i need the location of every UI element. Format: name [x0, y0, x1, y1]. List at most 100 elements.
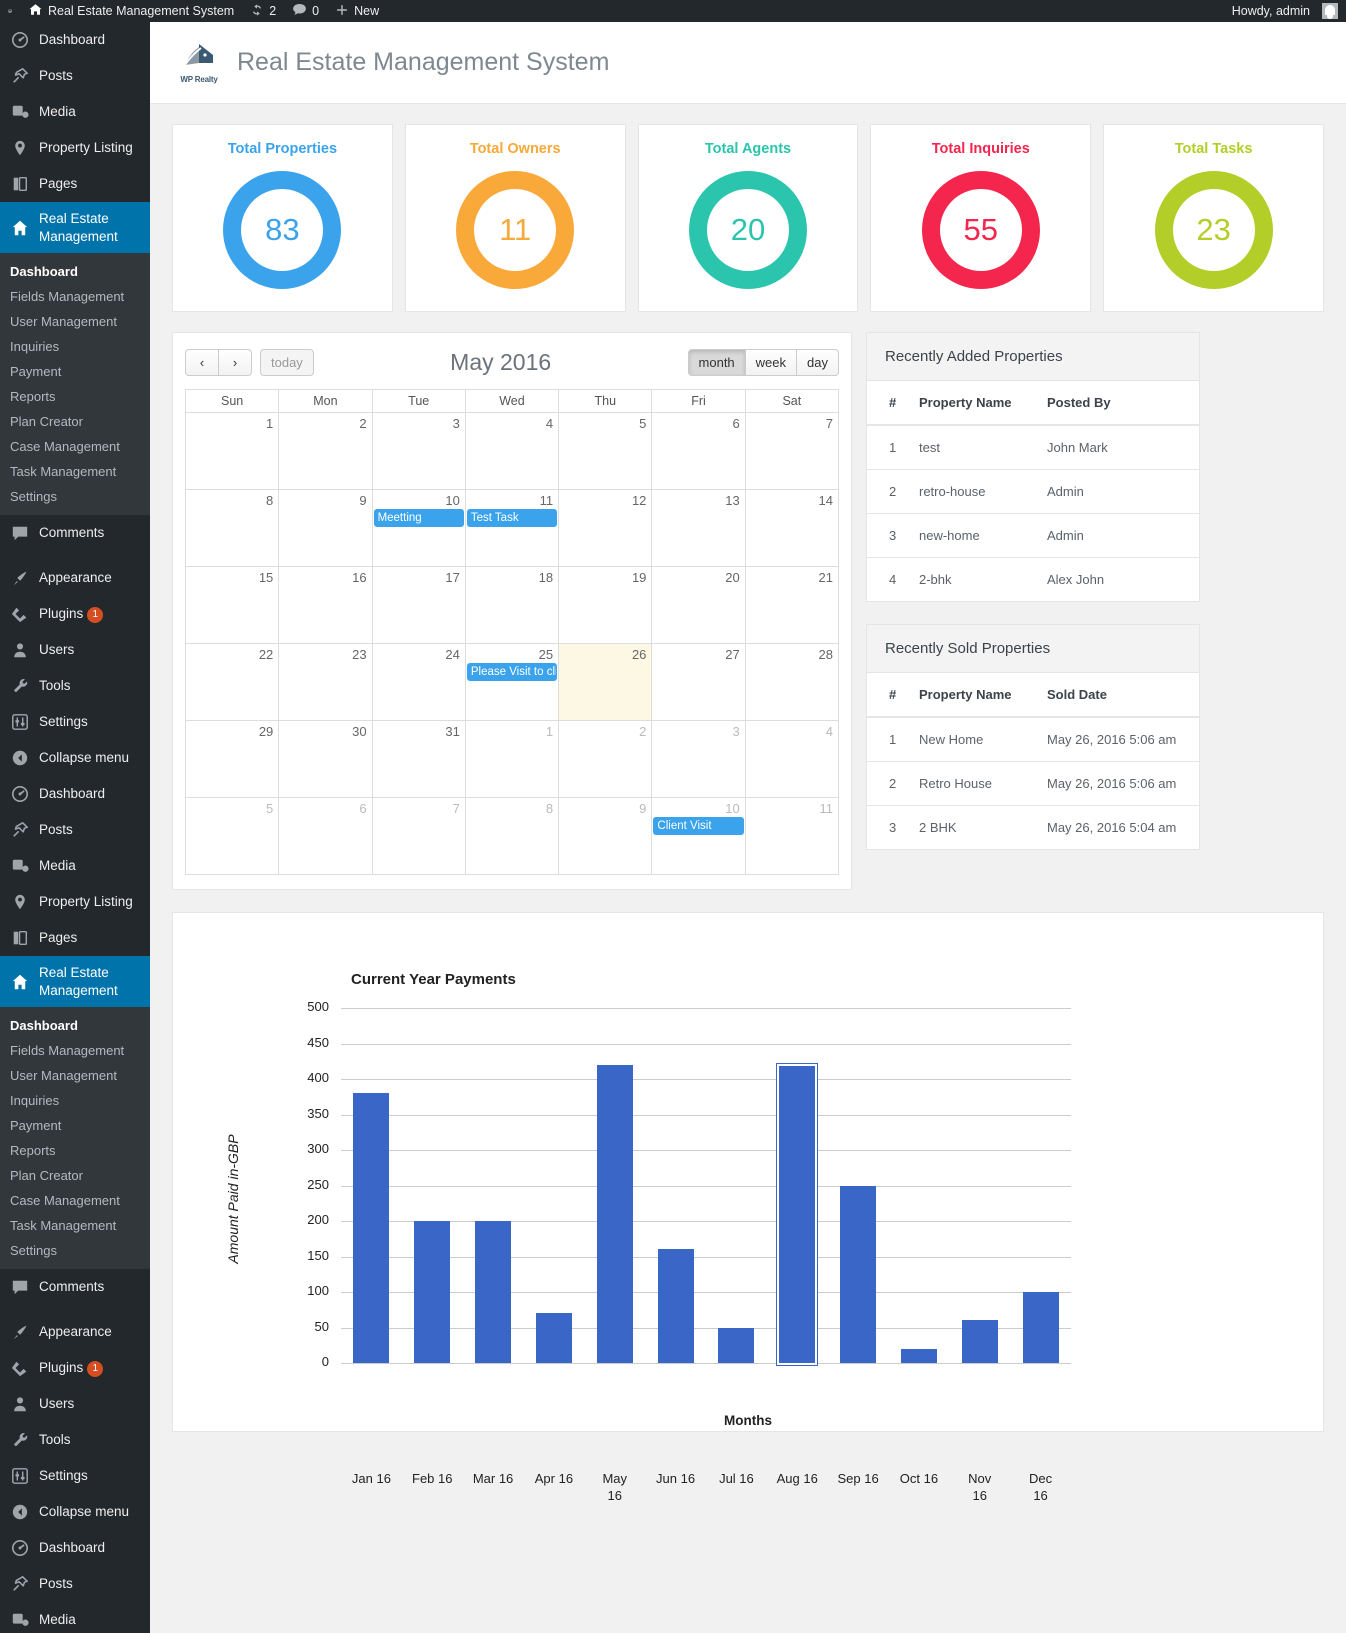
calendar-event[interactable]: Test Task: [466, 509, 558, 527]
sidebar-subitem-fields-management[interactable]: Fields Management: [0, 284, 150, 309]
calendar-day-cell[interactable]: 16: [278, 566, 373, 644]
calendar-next-button[interactable]: ›: [218, 348, 252, 376]
sidebar-subitem-payment[interactable]: Payment: [0, 359, 150, 384]
sidebar-item-real-estate-management[interactable]: Real Estate Management: [0, 202, 150, 254]
calendar-view-month[interactable]: month: [687, 348, 746, 376]
sidebar-subitem-plan-creator[interactable]: Plan Creator: [0, 1163, 150, 1188]
sidebar-item-appearance[interactable]: Appearance: [0, 1314, 150, 1350]
sidebar-item-property-listing[interactable]: Property Listing: [0, 130, 150, 166]
sidebar-item-tools[interactable]: Tools: [0, 1422, 150, 1458]
sidebar-item-media[interactable]: Media: [0, 848, 150, 884]
wordpress-logo-icon[interactable]: [0, 1, 20, 21]
admin-bar-my-account[interactable]: Howdy, admin: [1224, 0, 1346, 22]
sidebar-subitem-case-management[interactable]: Case Management: [0, 434, 150, 459]
admin-bar-updates[interactable]: 2: [242, 0, 284, 22]
sidebar-item-comments[interactable]: Comments: [0, 515, 150, 551]
calendar-day-cell[interactable]: 1: [464, 720, 560, 798]
calendar-day-cell[interactable]: 12: [558, 489, 653, 567]
calendar-day-cell[interactable]: 6: [651, 412, 746, 490]
sidebar-item-posts[interactable]: Posts: [0, 58, 150, 94]
calendar-day-cell[interactable]: 3: [651, 720, 746, 798]
sidebar-subitem-inquiries[interactable]: Inquiries: [0, 334, 150, 359]
calendar-view-week[interactable]: week: [744, 348, 798, 376]
calendar-day-cell[interactable]: 23: [278, 643, 373, 721]
calendar-day-cell[interactable]: 29: [184, 720, 280, 798]
calendar-day-cell[interactable]: 7: [371, 797, 466, 875]
sidebar-item-posts[interactable]: Posts: [0, 812, 150, 848]
sidebar-item-comments[interactable]: Comments: [0, 1269, 150, 1305]
calendar-day-cell[interactable]: 28: [744, 643, 840, 721]
sidebar-item-settings[interactable]: Settings: [0, 1458, 150, 1494]
sidebar-item-plugins[interactable]: Plugins 1: [0, 596, 150, 632]
calendar-day-cell[interactable]: 1: [184, 412, 280, 490]
calendar-day-cell[interactable]: 4: [464, 412, 560, 490]
calendar-prev-button[interactable]: ‹: [185, 348, 219, 376]
calendar-day-cell[interactable]: 20: [651, 566, 746, 644]
sidebar-subitem-dashboard[interactable]: Dashboard: [0, 259, 150, 284]
admin-bar-new[interactable]: New: [327, 0, 387, 22]
sidebar-item-pages[interactable]: Pages: [0, 920, 150, 956]
calendar-day-cell[interactable]: 2: [278, 412, 373, 490]
calendar-day-cell[interactable]: 10 Client Visit: [651, 797, 746, 875]
sidebar-subitem-fields-management[interactable]: Fields Management: [0, 1038, 150, 1063]
calendar-day-cell[interactable]: 11: [744, 797, 840, 875]
calendar-day-cell[interactable]: 15: [184, 566, 280, 644]
sidebar-item-dashboard[interactable]: Dashboard: [0, 1530, 150, 1566]
calendar-day-cell[interactable]: 18: [464, 566, 560, 644]
sidebar-subitem-settings[interactable]: Settings: [0, 1238, 150, 1263]
sidebar-subitem-dashboard[interactable]: Dashboard: [0, 1013, 150, 1038]
calendar-day-cell[interactable]: 31: [371, 720, 466, 798]
calendar-day-cell[interactable]: 2: [558, 720, 653, 798]
calendar-today-button[interactable]: today: [260, 348, 314, 376]
sidebar-item-dashboard[interactable]: Dashboard: [0, 776, 150, 812]
calendar-day-cell[interactable]: 30: [278, 720, 373, 798]
calendar-day-cell[interactable]: 8: [184, 489, 280, 567]
sidebar-item-appearance[interactable]: Appearance: [0, 560, 150, 596]
sidebar-item-tools[interactable]: Tools: [0, 668, 150, 704]
calendar-day-cell[interactable]: 8: [464, 797, 560, 875]
sidebar-subitem-user-management[interactable]: User Management: [0, 309, 150, 334]
admin-bar-site-name[interactable]: Real Estate Management System: [20, 0, 242, 22]
calendar-event[interactable]: Client Visit: [653, 817, 744, 835]
calendar-event[interactable]: Meetting: [373, 509, 464, 527]
calendar-day-cell[interactable]: 9: [278, 489, 373, 567]
sidebar-item-media[interactable]: Media: [0, 94, 150, 130]
sidebar-item-posts[interactable]: Posts: [0, 1566, 150, 1602]
calendar-day-cell[interactable]: 4: [744, 720, 840, 798]
calendar-day-cell[interactable]: 6: [278, 797, 373, 875]
sidebar-item-collapse-menu[interactable]: Collapse menu: [0, 740, 150, 776]
admin-bar-comments[interactable]: 0: [284, 0, 327, 22]
calendar-day-cell[interactable]: 26: [558, 643, 653, 721]
calendar-day-cell[interactable]: 13: [651, 489, 746, 567]
calendar-day-cell[interactable]: 9: [558, 797, 653, 875]
calendar-day-cell[interactable]: 19: [558, 566, 653, 644]
calendar-day-cell[interactable]: 24: [371, 643, 466, 721]
sidebar-item-real-estate-management[interactable]: Real Estate Management: [0, 956, 150, 1008]
sidebar-item-media[interactable]: Media: [0, 1602, 150, 1633]
sidebar-subitem-task-management[interactable]: Task Management: [0, 1213, 150, 1238]
calendar-day-cell[interactable]: 17: [371, 566, 466, 644]
calendar-day-cell[interactable]: 3: [371, 412, 466, 490]
calendar-day-cell[interactable]: 14: [744, 489, 840, 567]
sidebar-item-users[interactable]: Users: [0, 632, 150, 668]
calendar-day-cell[interactable]: 10 Meetting: [371, 489, 466, 567]
sidebar-subitem-reports[interactable]: Reports: [0, 1138, 150, 1163]
sidebar-subitem-settings[interactable]: Settings: [0, 484, 150, 509]
sidebar-item-users[interactable]: Users: [0, 1386, 150, 1422]
sidebar-subitem-plan-creator[interactable]: Plan Creator: [0, 409, 150, 434]
sidebar-subitem-user-management[interactable]: User Management: [0, 1063, 150, 1088]
calendar-day-cell[interactable]: 5: [184, 797, 280, 875]
sidebar-item-settings[interactable]: Settings: [0, 704, 150, 740]
calendar-event[interactable]: Please Visit to client: [466, 663, 558, 681]
calendar-day-cell[interactable]: 7: [744, 412, 840, 490]
sidebar-subitem-reports[interactable]: Reports: [0, 384, 150, 409]
sidebar-subitem-task-management[interactable]: Task Management: [0, 459, 150, 484]
sidebar-subitem-case-management[interactable]: Case Management: [0, 1188, 150, 1213]
sidebar-item-dashboard[interactable]: Dashboard: [0, 22, 150, 58]
sidebar-item-pages[interactable]: Pages: [0, 166, 150, 202]
calendar-day-cell[interactable]: 27: [651, 643, 746, 721]
sidebar-item-collapse-menu[interactable]: Collapse menu: [0, 1494, 150, 1530]
sidebar-item-plugins[interactable]: Plugins 1: [0, 1350, 150, 1386]
calendar-day-cell[interactable]: 11 Test Task: [464, 489, 560, 567]
calendar-day-cell[interactable]: 5: [558, 412, 653, 490]
